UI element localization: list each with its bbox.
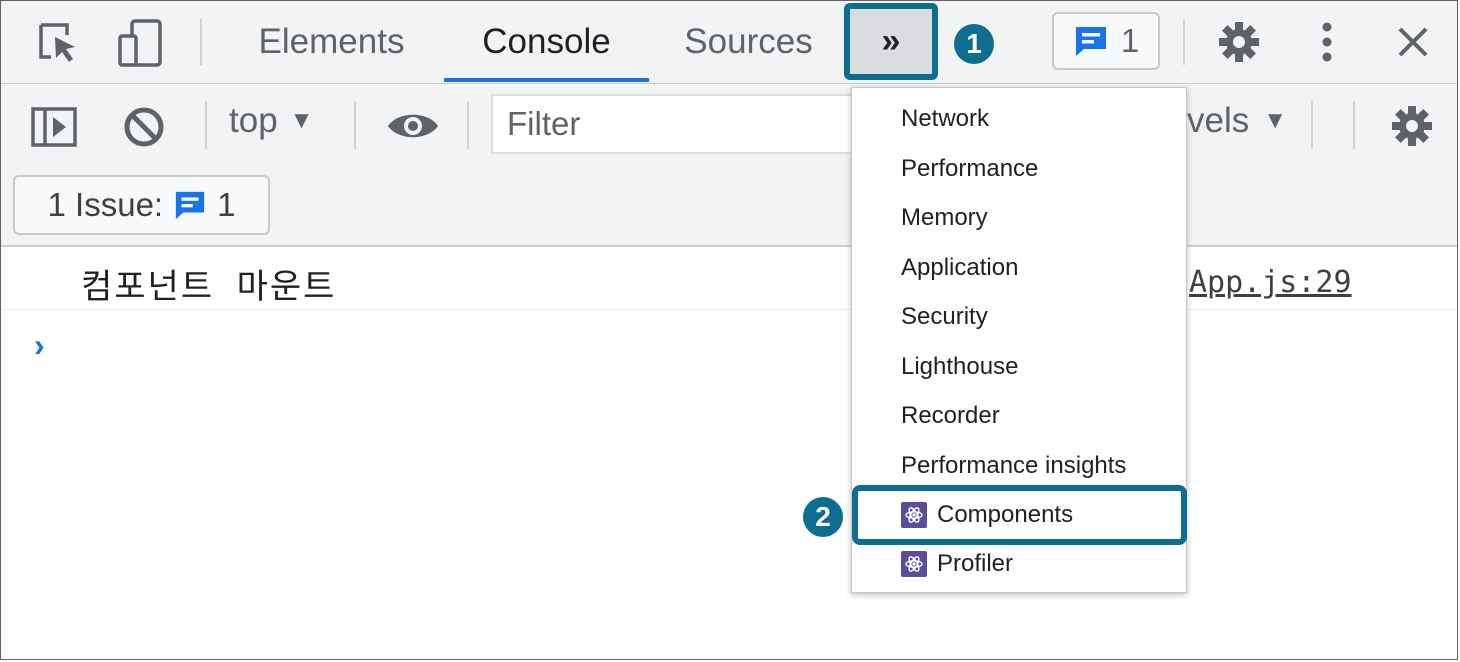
log-message: 컴포넌트 마운트 xyxy=(81,267,337,307)
dropdown-arrow-icon: ▼ xyxy=(289,107,314,134)
tab-sources[interactable]: Sources xyxy=(666,1,831,83)
step-marker-2: 2 xyxy=(803,497,843,537)
components-highlight-box xyxy=(852,485,1187,545)
tab-elements[interactable]: Elements xyxy=(239,1,424,83)
levels-label: vels xyxy=(1187,101,1250,140)
step-marker-number: 1 xyxy=(966,28,982,59)
issues-count: 1 xyxy=(1120,22,1140,59)
menu-item-lighthouse[interactable]: Lighthouse xyxy=(901,350,1018,384)
menu-item-label: Network xyxy=(901,105,990,132)
settings-gear-icon[interactable] xyxy=(1215,18,1263,66)
more-tabs-chevron-icon: » xyxy=(881,22,901,60)
menu-item-performance[interactable]: Performance xyxy=(901,152,1038,186)
log-levels-dropdown[interactable]: vels ▼ xyxy=(1187,101,1287,141)
clear-console-icon[interactable] xyxy=(119,102,169,152)
filter-input[interactable]: Filter xyxy=(491,94,861,154)
menu-item-label: Security xyxy=(901,303,988,330)
divider xyxy=(354,101,356,149)
menu-item-recorder[interactable]: Recorder xyxy=(901,399,1000,433)
message-icon xyxy=(175,191,205,220)
menu-item-performance-insights[interactable]: Performance insights xyxy=(901,449,1126,483)
active-tab-indicator xyxy=(444,78,649,82)
console-prompt-chevron-icon[interactable]: › xyxy=(34,327,45,364)
divider xyxy=(467,101,469,149)
divider xyxy=(1183,19,1185,65)
console-settings-gear-icon[interactable] xyxy=(1387,101,1437,151)
close-icon[interactable] xyxy=(1391,20,1435,64)
context-label: top xyxy=(229,101,278,140)
tab-console[interactable]: Console xyxy=(444,1,649,83)
more-options-icon[interactable] xyxy=(1307,18,1347,66)
tab-label: Sources xyxy=(684,22,813,61)
sidebar-toggle-icon[interactable] xyxy=(29,103,79,151)
log-source-link[interactable]: App.js:29 xyxy=(1189,265,1352,300)
inspect-element-icon[interactable] xyxy=(35,19,83,67)
message-icon xyxy=(1075,27,1106,56)
issues-counter-button[interactable]: 1 xyxy=(1052,12,1160,70)
menu-item-network[interactable]: Network xyxy=(901,102,989,136)
divider xyxy=(200,19,202,65)
device-toolbar-icon[interactable] xyxy=(115,17,167,69)
step-marker-number: 2 xyxy=(815,501,831,532)
menu-item-label: Recorder xyxy=(901,402,1000,429)
eye-icon[interactable] xyxy=(385,105,441,147)
menu-item-label: Lighthouse xyxy=(901,353,1019,380)
issues-count: 1 xyxy=(217,186,236,223)
react-icon xyxy=(901,551,927,577)
menu-item-label: Performance xyxy=(901,155,1039,182)
menu-item-application[interactable]: Application xyxy=(901,251,1018,285)
filter-placeholder: Filter xyxy=(507,105,581,142)
issues-label: 1 Issue: xyxy=(47,186,164,223)
tab-label: Console xyxy=(482,22,611,61)
dropdown-arrow-icon: ▼ xyxy=(1263,107,1288,134)
tab-label: Elements xyxy=(258,22,405,61)
menu-item-label: Performance insights xyxy=(901,452,1127,479)
issues-button[interactable]: 1 Issue: 1 xyxy=(13,175,270,235)
step-marker-1: 1 xyxy=(954,24,994,64)
context-selector[interactable]: top ▼ xyxy=(229,101,313,141)
more-tabs-button[interactable]: » xyxy=(844,3,938,80)
divider xyxy=(1353,101,1355,149)
devtools-window: Elements Console Sources » 1 1 top ▼ Fil… xyxy=(0,0,1458,660)
divider xyxy=(1311,101,1313,149)
menu-item-profiler[interactable]: Profiler xyxy=(901,547,1013,581)
menu-item-memory[interactable]: Memory xyxy=(901,201,988,235)
divider xyxy=(205,101,207,149)
menu-item-label: Application xyxy=(901,254,1019,281)
menu-item-label: Memory xyxy=(901,204,988,231)
menu-item-label: Profiler xyxy=(937,550,1014,577)
menu-item-security[interactable]: Security xyxy=(901,300,988,334)
